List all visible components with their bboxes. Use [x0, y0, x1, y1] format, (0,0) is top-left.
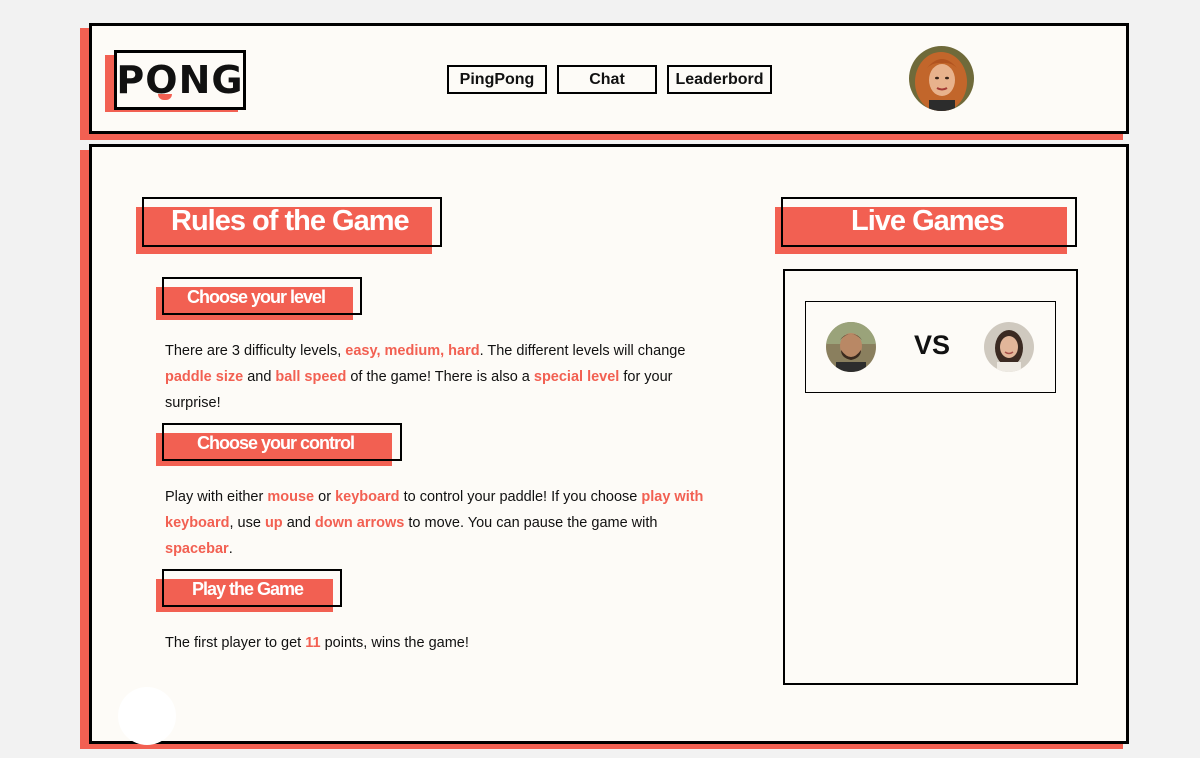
nav-chat-button[interactable]: Chat — [557, 65, 657, 94]
floating-circle-button[interactable] — [118, 687, 176, 745]
versus-label: VS — [914, 330, 951, 360]
text-run: and — [243, 369, 276, 385]
logo-text: PONG — [116, 58, 244, 102]
section-control-text: Play with either mouse or keyboard to co… — [165, 484, 705, 562]
text-run: The first player to get — [165, 635, 306, 651]
text-run: Play with either — [165, 489, 268, 505]
pong-logo[interactable]: PONG — [114, 50, 246, 110]
live-match-card[interactable]: VS — [805, 301, 1056, 393]
player-two-avatar — [984, 322, 1034, 372]
highlighted-text: special level — [533, 369, 620, 385]
section-level-text: There are 3 difficulty levels, easy, med… — [165, 338, 705, 416]
nav-pingpong-button[interactable]: PingPong — [447, 65, 547, 94]
nav-leaderboard-button[interactable]: Leaderbord — [667, 65, 772, 94]
live-title: Live Games — [851, 205, 1005, 237]
main-panel: Rules of the Game Choose your level Ther… — [89, 144, 1129, 745]
highlighted-text: ball speed — [275, 369, 347, 385]
highlighted-text: keyboard — [335, 489, 400, 505]
section-play-heading: Play the Game — [192, 579, 304, 599]
text-run: and — [282, 515, 315, 531]
header-bar: PONG PingPong Chat Leaderbord — [89, 23, 1129, 134]
section-play-text: The first player to get 11 points, wins … — [165, 630, 705, 656]
rules-title: Rules of the Game — [171, 205, 410, 237]
highlighted-text: mouse — [267, 489, 315, 505]
user-avatar[interactable] — [909, 46, 974, 111]
player-one-avatar — [826, 322, 876, 372]
text-run: to move. You can pause the game with — [404, 515, 658, 531]
text-run: points, wins the game! — [320, 635, 469, 651]
text-run: There are 3 difficulty levels, — [165, 343, 346, 359]
highlighted-text: paddle size — [165, 369, 244, 385]
text-run: , use — [229, 515, 265, 531]
text-run: . The different levels will change — [479, 343, 686, 359]
text-run: . — [228, 541, 233, 557]
section-control-heading: Choose your control — [197, 433, 355, 453]
text-run: of the game! There is also a — [346, 369, 534, 385]
text-run: to control your paddle! If you choose — [399, 489, 642, 505]
highlighted-text: 11 — [305, 635, 321, 651]
live-games-panel: VS — [783, 269, 1078, 685]
highlighted-text: down arrows — [314, 515, 405, 531]
section-level-heading: Choose your level — [187, 287, 326, 307]
highlighted-text: easy, medium, hard — [345, 343, 480, 359]
highlighted-text: spacebar — [165, 541, 229, 557]
text-run: or — [314, 489, 336, 505]
highlighted-text: up — [264, 515, 283, 531]
